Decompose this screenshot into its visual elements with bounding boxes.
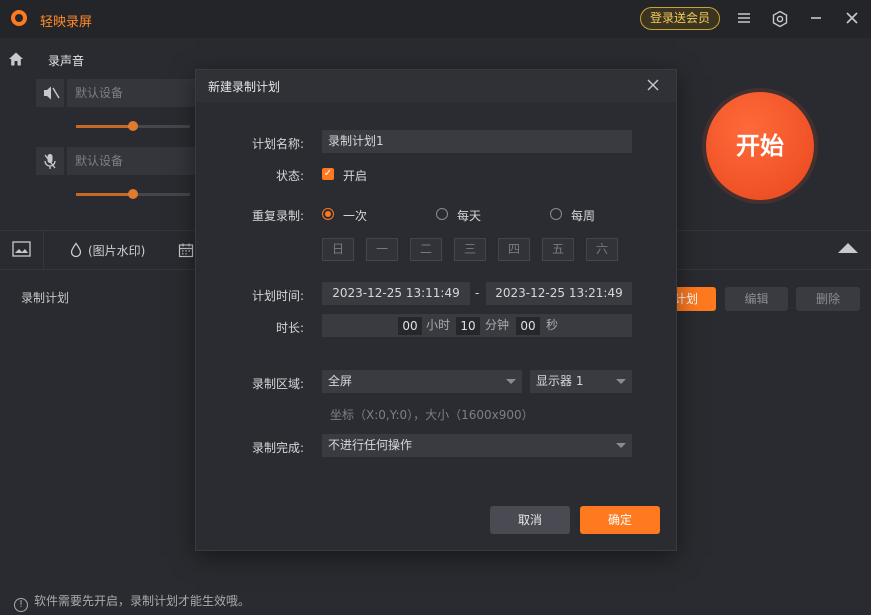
minimize-icon[interactable] [807,10,825,28]
record-finish-label: 录制完成: [196,439,304,456]
duration-field: 00 小时 10 分钟 00 秒 [322,314,632,337]
repeat-daily-label: 每天 [457,207,481,224]
weekday-sun[interactable]: 日 [322,238,354,261]
monitor-select[interactable]: 显示器 1 [530,370,632,393]
repeat-weekly-label: 每周 [571,207,595,224]
footer-note: ! 软件需要先开启，录制计划才能生效哦。 [14,592,250,612]
microphone-mute-icon[interactable] [36,147,64,175]
record-finish-select[interactable]: 不进行任何操作 [322,434,632,457]
monitor-chevron-down-icon [616,379,626,384]
start-recording-button[interactable]: 开始 [706,92,814,200]
schedule-calendar-icon[interactable] [178,242,194,258]
plan-name-input[interactable]: 录制计划1 [322,130,632,153]
repeat-once-radio[interactable] [322,208,334,220]
weekday-tue[interactable]: 二 [410,238,442,261]
dialog-close-icon[interactable] [646,78,660,92]
record-finish-chevron-down-icon [616,443,626,448]
footer-note-text: 软件需要先开启，录制计划才能生效哦。 [34,594,250,608]
record-area-chevron-down-icon [506,379,516,384]
delete-plan-button[interactable]: 删除 [796,287,860,311]
record-area-value: 全屏 [328,374,352,388]
duration-label: 时长: [196,319,304,336]
speaker-mute-icon[interactable] [36,79,64,107]
status-enabled-checkbox[interactable]: ✓ [322,168,334,180]
record-area-select[interactable]: 全屏 [322,370,522,393]
confirm-button[interactable]: 确定 [580,506,660,534]
repeat-daily-radio[interactable] [436,208,448,220]
area-coordinates-hint: 坐标（X:0,Y:0），大小（1600x900） [330,406,534,423]
duration-hours-unit: 小时 [426,314,450,337]
speaker-device-select[interactable]: 默认设备 [67,79,197,107]
edit-plan-button[interactable]: 编辑 [725,287,788,311]
plan-name-label: 计划名称: [196,135,304,152]
duration-seconds-unit: 秒 [546,314,558,337]
end-time-input[interactable]: 2023-12-25 13:21:49 [486,282,632,305]
microphone-device-select[interactable]: 默认设备 [67,147,197,175]
settings-gear-icon[interactable] [771,10,789,28]
weekday-mon[interactable]: 一 [366,238,398,261]
menu-icon[interactable] [735,10,753,28]
duration-minutes-unit: 分钟 [485,314,509,337]
app-logo-icon [11,10,27,26]
speaker-volume-slider[interactable] [76,125,190,128]
plan-time-label: 计划时间: [196,287,304,304]
monitor-value: 显示器 1 [536,374,583,388]
speaker-volume-knob[interactable] [128,121,138,131]
weekday-thu[interactable]: 四 [498,238,530,261]
repeat-once-label: 一次 [343,207,367,224]
app-title: 轻映录屏 [40,11,92,30]
status-checkbox-text: 开启 [343,167,367,184]
duration-minutes-input[interactable]: 10 [456,317,480,335]
audio-section-title: 录声音 [48,52,84,69]
watermark-label[interactable]: (图片水印) [88,242,145,259]
title-bar: 轻映录屏 登录送会员 [0,0,871,38]
duration-seconds-input[interactable]: 00 [516,317,540,335]
time-separator: - [475,286,479,300]
weekday-fri[interactable]: 五 [542,238,574,261]
record-area-label: 录制区域: [196,375,304,392]
status-label: 状态: [196,167,304,184]
open-folder-icon[interactable] [0,231,44,269]
microphone-volume-slider[interactable] [76,193,190,196]
dialog-title: 新建录制计划 [208,78,280,95]
plan-list-label: 录制计划 [21,289,69,306]
cancel-button[interactable]: 取消 [490,506,570,534]
weekday-sat[interactable]: 六 [586,238,618,261]
weekday-wed[interactable]: 三 [454,238,486,261]
watermark-drop-icon[interactable] [69,242,83,258]
repeat-label: 重复录制: [196,207,304,224]
record-finish-value: 不进行任何操作 [328,438,412,452]
new-plan-dialog: 新建录制计划 计划名称: 录制计划1 状态: ✓ 开启 重复录制: 一次 每天 … [196,70,676,550]
collapse-panel-icon[interactable] [838,243,858,253]
dialog-header: 新建录制计划 [196,70,676,102]
start-time-input[interactable]: 2023-12-25 13:11:49 [322,282,470,305]
microphone-volume-fill [76,193,133,196]
vip-login-button[interactable]: 登录送会员 [640,7,720,30]
home-icon[interactable] [7,50,25,68]
info-icon: ! [14,598,28,612]
duration-hours-input[interactable]: 00 [398,317,422,335]
speaker-volume-fill [76,125,133,128]
microphone-volume-knob[interactable] [128,189,138,199]
repeat-weekly-radio[interactable] [550,208,562,220]
close-window-icon[interactable] [843,10,861,28]
